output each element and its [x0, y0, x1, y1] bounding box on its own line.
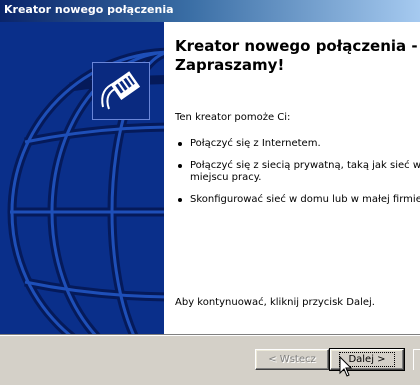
list-item-text: Połączyć się z siecią prywatną, taką jak… [190, 160, 420, 183]
arrow-cursor-icon [339, 356, 353, 377]
bullet-icon [178, 164, 182, 168]
button-divider [0, 334, 420, 336]
back-button-label: < Wstecz [268, 354, 316, 365]
network-cable-icon [92, 62, 150, 120]
bullet-icon [178, 198, 182, 202]
continue-instruction: Aby kontynuować, kliknij przycisk Dalej. [175, 297, 375, 308]
title-bar[interactable]: Kreator nowego połączenia [0, 0, 420, 22]
wizard-content: Kreator nowego połączenia - Zapraszamy! … [164, 22, 420, 334]
list-item: Połączyć się z Internetem. [175, 138, 420, 150]
list-item: Skonfigurować sieć w domu lub w małej fi… [175, 194, 420, 206]
intro-text: Ten kreator pomoże Ci: [175, 112, 291, 123]
cancel-button[interactable] [413, 349, 420, 370]
list-item: Połączyć się z siecią prywatną, taką jak… [175, 160, 420, 184]
list-item-text: Skonfigurować sieć w domu lub w małej fi… [190, 194, 420, 205]
wizard-heading: Kreator nowego połączenia - Zapraszamy! [175, 37, 418, 74]
back-button[interactable]: < Wstecz [255, 349, 329, 370]
list-item-text: Połączyć się z Internetem. [190, 138, 321, 149]
window-title: Kreator nowego połączenia [4, 3, 174, 16]
bullet-icon [178, 142, 182, 146]
feature-list: Połączyć się z Internetem. Połączyć się … [175, 138, 420, 216]
wizard-window: Kreator nowego połączenia Kreator nowego… [0, 0, 420, 385]
wizard-side-panel [0, 22, 164, 334]
